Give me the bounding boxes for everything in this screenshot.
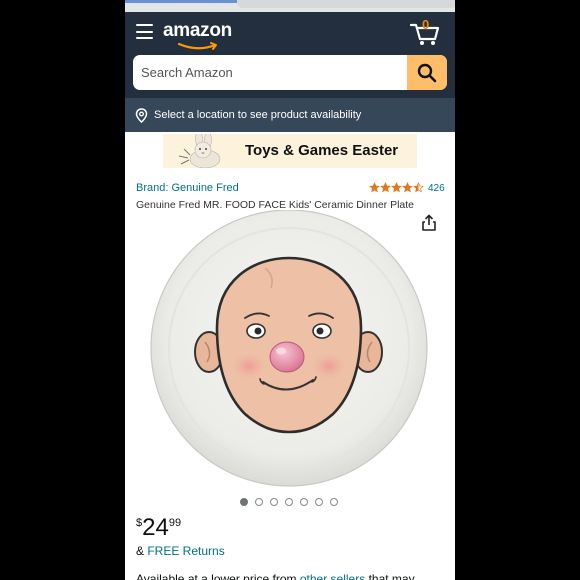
bunny-plush-image	[178, 134, 221, 168]
location-text: Select a location to see product availab…	[154, 109, 362, 121]
carousel-dot[interactable]	[240, 498, 248, 506]
search-icon	[417, 63, 437, 82]
image-carousel-dots[interactable]	[240, 498, 338, 506]
hamburger-icon[interactable]	[136, 24, 153, 39]
logo-smile-icon	[177, 42, 217, 50]
star-icon	[402, 182, 413, 193]
availability-info: Available at a lower price from other se…	[136, 572, 415, 580]
free-returns-link[interactable]: FREE Returns	[147, 544, 224, 558]
share-button[interactable]	[420, 214, 438, 232]
browser-tab-pill	[237, 0, 455, 8]
carousel-dot[interactable]	[330, 498, 338, 506]
star-icon	[391, 182, 402, 193]
star-icon	[369, 182, 380, 193]
product-price: $2499	[136, 514, 181, 542]
page-load-progress	[125, 0, 241, 3]
price-whole: 24	[142, 514, 169, 541]
price-symbol: $	[136, 517, 143, 529]
cart-count: 0	[422, 17, 430, 32]
brand-link[interactable]: Brand: Genuine Fred	[136, 182, 239, 194]
carousel-dot[interactable]	[315, 498, 323, 506]
location-pin-icon	[135, 107, 148, 123]
cart-icon[interactable]: 0	[409, 17, 441, 46]
carousel-dot[interactable]	[270, 498, 278, 506]
banner-text: Toys & Games Easter	[245, 142, 399, 159]
banner-panel: Toys & Games Easter	[163, 134, 417, 168]
star-rating[interactable]	[369, 182, 424, 193]
star-icon	[413, 182, 424, 193]
availability-prefix: Available at a lower price from	[136, 572, 300, 580]
mobile-page: amazon 0 Search Amazon Select a location…	[125, 0, 455, 580]
rating-count[interactable]: 426	[428, 183, 445, 194]
carousel-dot[interactable]	[285, 498, 293, 506]
browser-strip	[125, 0, 455, 12]
promo-banner[interactable]: Toys & Games Easter	[125, 132, 455, 168]
returns-info: & FREE Returns	[136, 544, 225, 558]
search-bar	[125, 54, 455, 98]
product-image-gallery[interactable]	[125, 209, 455, 490]
search-box	[133, 55, 447, 90]
amazon-logo[interactable]: amazon	[163, 20, 232, 50]
search-input[interactable]	[133, 55, 403, 90]
availability-suffix: that may	[365, 572, 415, 580]
price-fraction: 99	[168, 517, 182, 529]
logo-text: amazon	[163, 20, 232, 41]
search-button[interactable]	[407, 55, 447, 90]
location-bar[interactable]: Select a location to see product availab…	[125, 98, 455, 132]
product-header: Brand: Genuine Fred 426 Genuine Fred MR.…	[125, 168, 455, 211]
share-icon	[422, 214, 436, 231]
top-nav: amazon 0	[125, 12, 455, 54]
star-icon	[380, 182, 391, 193]
other-sellers-link[interactable]: other sellers	[300, 572, 365, 580]
face-plate-image	[150, 209, 428, 487]
carousel-dot[interactable]	[300, 498, 308, 506]
carousel-dot[interactable]	[255, 498, 263, 506]
returns-prefix: &	[136, 544, 148, 558]
